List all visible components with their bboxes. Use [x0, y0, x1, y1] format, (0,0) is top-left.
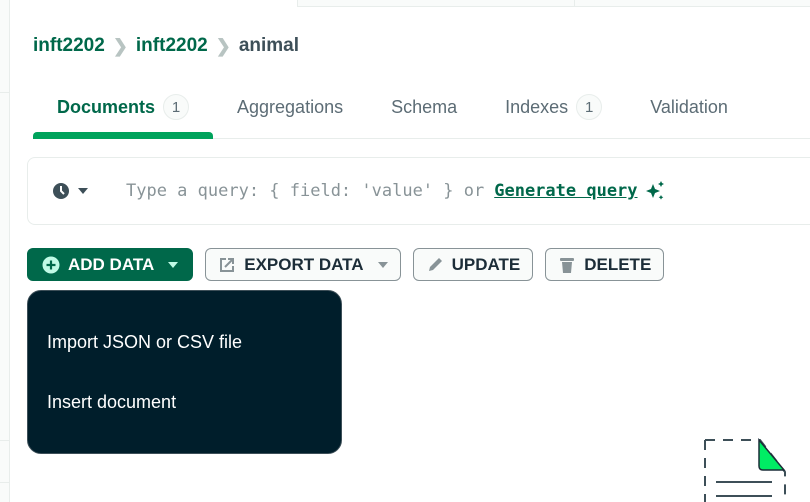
export-data-button[interactable]: EXPORT DATA: [205, 248, 401, 281]
breadcrumb-collection: animal: [238, 35, 300, 56]
query-bar: Type a query: { field: 'value' } or Gene…: [27, 157, 810, 225]
delete-button[interactable]: DELETE: [545, 248, 665, 281]
query-history-button[interactable]: [52, 182, 88, 200]
menu-item-insert-document[interactable]: Insert document: [47, 392, 176, 413]
tab-label: Indexes: [505, 96, 569, 117]
button-label: DELETE: [584, 254, 652, 274]
tab-aggregations[interactable]: Aggregations: [213, 88, 367, 126]
button-label: UPDATE: [451, 254, 521, 274]
tab-label: Schema: [391, 96, 458, 117]
tab-label: Validation: [650, 96, 728, 117]
tab-schema[interactable]: Schema: [367, 88, 481, 126]
update-button[interactable]: UPDATE: [412, 248, 534, 281]
trash-icon: [560, 257, 575, 273]
button-label: EXPORT DATA: [244, 254, 364, 274]
count-badge: 1: [163, 94, 190, 120]
add-data-button[interactable]: ADD DATA: [27, 248, 194, 281]
caret-down-icon: [78, 188, 88, 194]
tab-label: Documents: [57, 96, 156, 117]
count-badge: 1: [576, 94, 603, 120]
breadcrumb-database[interactable]: inft2202: [33, 35, 105, 57]
caret-down-icon: [377, 261, 388, 268]
workspace-tabs-strip: [297, 0, 810, 7]
clock-icon: [53, 183, 69, 199]
breadcrumb-db[interactable]: inft2202: [136, 35, 208, 57]
empty-document-icon: [704, 438, 786, 502]
collection-tabs: Documents 1 Aggregations Schema Indexes 1 …: [33, 88, 810, 139]
breadcrumb: inft2202 ❯ inft2202 ❯ animal: [33, 35, 299, 57]
tab-indexes[interactable]: Indexes 1: [481, 88, 626, 126]
chevron-right-icon: ❯: [112, 35, 128, 56]
chevron-right-icon: ❯: [215, 35, 231, 56]
tab-label: Aggregations: [237, 96, 344, 117]
plus-circle-icon: [42, 256, 60, 273]
button-label: ADD DATA: [68, 254, 155, 274]
tab-validation[interactable]: Validation: [626, 88, 752, 126]
tab-documents[interactable]: Documents 1: [33, 88, 214, 139]
sparkle-icon: [645, 181, 664, 200]
caret-down-icon: [168, 261, 179, 268]
query-input[interactable]: Type a query: { field: 'value' } or: [126, 181, 484, 201]
export-icon: [220, 257, 235, 272]
generate-query-link[interactable]: Generate query: [494, 181, 637, 201]
pencil-icon: [428, 257, 442, 271]
sidebar-edge: [0, 0, 10, 502]
add-data-menu: Import JSON or CSV file Insert document: [27, 290, 342, 454]
menu-item-import-file[interactable]: Import JSON or CSV file: [47, 332, 242, 353]
